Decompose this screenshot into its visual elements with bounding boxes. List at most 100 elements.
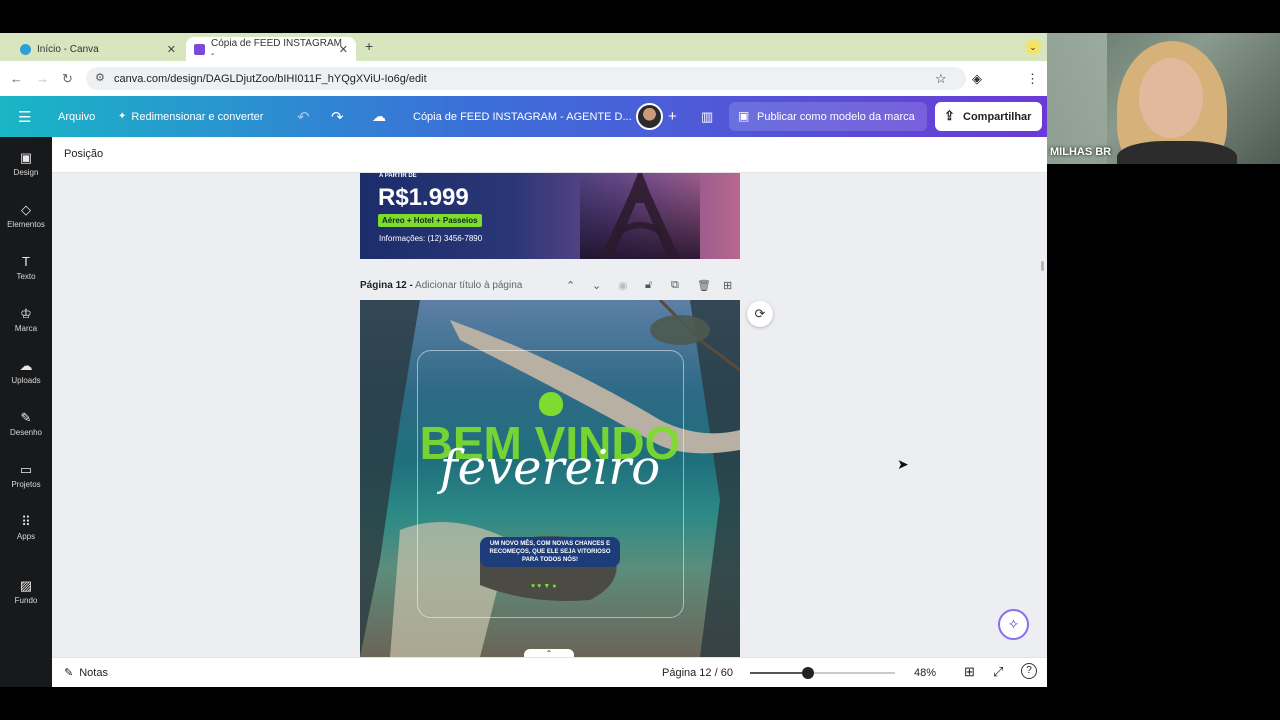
promo-from-label: A PARTIR DE	[379, 173, 417, 179]
file-menu-button[interactable]: Arquivo	[58, 96, 95, 137]
sidebar-item-design[interactable]: ▣ Design	[0, 150, 52, 178]
sidebar-item-text[interactable]: T Texto	[0, 255, 52, 282]
uploads-icon: ☁	[19, 358, 33, 373]
browser-menu-icon[interactable]: ⋮	[1026, 71, 1039, 87]
participant-name: MILHAS BR	[1050, 146, 1112, 158]
promo-contact-info: Informações: (12) 3456-7890	[379, 234, 483, 243]
publish-label: Publicar como modelo da marca	[757, 110, 915, 123]
add-page-icon[interactable]: ⊞	[723, 279, 732, 292]
lock-page-icon[interactable]: 🔓︎	[645, 279, 652, 292]
fullscreen-icon[interactable]: ⤢	[993, 664, 1003, 680]
browser-tab-feed[interactable]: Cópia de FEED INSTAGRAM - ✕	[186, 37, 356, 61]
presenter-shirt	[1117, 141, 1237, 164]
notes-icon: ✎	[64, 667, 74, 679]
move-page-down-icon[interactable]: ⌄	[592, 279, 601, 292]
url-text: canva.com/design/DAGLDjutZoo/bIHI011F_hY…	[114, 72, 427, 85]
hide-page-icon[interactable]: ◉	[618, 279, 628, 292]
sidebar-item-label: Marca	[14, 324, 38, 333]
draw-icon: ✎	[20, 410, 32, 425]
social-icons-row: ♥♥▼●	[531, 583, 559, 590]
forward-arrow-icon[interactable]: →	[36, 71, 49, 86]
sidebar-item-background[interactable]: ▨ Fundo	[0, 578, 52, 606]
reload-icon[interactable]: ↻	[62, 71, 73, 87]
sidebar-item-label: Uploads	[11, 376, 41, 385]
page-11-preview[interactable]: A PARTIR DE R$1.999 Aéreo + Hotel + Pass…	[360, 173, 740, 259]
zoom-slider[interactable]	[750, 667, 895, 679]
page-indicator[interactable]: Página 12 / 60	[662, 667, 733, 679]
page-12-design[interactable]: BEM VINDO fevereiro UM NOVO MÊS, COM NOV…	[360, 300, 740, 657]
presenter-face	[1139, 58, 1203, 138]
side-panel-nav: ▣ Design ◇ Elementos T Texto ♔ Marca ☁ Upload…	[0, 137, 52, 687]
sidebar-item-elements[interactable]: ◇ Elementos	[0, 202, 52, 230]
close-tab-icon[interactable]: ✕	[339, 43, 348, 56]
sidebar-item-label: Fundo	[14, 596, 38, 605]
redo-icon[interactable]: ↷	[331, 96, 344, 137]
promo-price: R$1.999	[378, 184, 469, 211]
browser-tab-bar: Início - Canva ✕ Cópia de FEED INSTAGRAM…	[0, 33, 1047, 61]
close-tab-icon[interactable]: ✕	[167, 43, 176, 56]
month-script-text: fevereiro	[439, 440, 661, 496]
duplicate-page-icon[interactable]: ⧉	[671, 279, 679, 292]
eiffel-tower-image	[580, 173, 700, 259]
sidebar-item-apps[interactable]: ⠿ Apps	[0, 514, 52, 542]
vertical-scrollbar[interactable]	[1041, 261, 1044, 271]
sidebar-item-label: Projetos	[11, 480, 41, 489]
refresh-page-icon[interactable]: ⟳	[747, 301, 773, 327]
menu-hamburger-icon[interactable]: ☰	[18, 96, 31, 137]
apps-icon: ⠿	[21, 514, 31, 529]
insights-chart-icon[interactable]: ▥	[701, 96, 713, 137]
resize-label: Redimensionar e converter	[131, 110, 264, 123]
document-title[interactable]: Cópia de FEED INSTAGRAM - AGENTE D...	[413, 96, 632, 137]
tab-label: Cópia de FEED INSTAGRAM -	[211, 38, 342, 60]
url-input[interactable]: ⚙ canva.com/design/DAGLDjutZoo/bIHI011F_…	[86, 67, 966, 90]
help-icon[interactable]: ?	[1021, 663, 1037, 679]
zoom-slider-fill	[750, 672, 808, 674]
magic-assistant-icon[interactable]: ✧	[998, 609, 1029, 640]
zoom-slider-knob[interactable]	[802, 667, 814, 679]
page-12-header: Página 12 - Adicionar título à página	[360, 280, 522, 291]
position-button[interactable]: Posição	[64, 148, 103, 160]
sidebar-item-projects[interactable]: ▭ Projetos	[0, 462, 52, 490]
design-icon: ▣	[19, 150, 33, 165]
notes-button[interactable]: ✎ Notas	[64, 666, 108, 680]
sidebar-item-brand[interactable]: ♔ Marca	[0, 306, 52, 334]
editor-header: ☰ Arquivo ✦ Redimensionar e converter ↶ …	[0, 96, 1047, 137]
add-collaborator-icon[interactable]: +	[668, 96, 677, 137]
sidebar-item-label: Texto	[16, 272, 36, 281]
delete-page-icon[interactable]: 🗑︎	[697, 279, 711, 292]
page-number-label: Página 12 -	[360, 280, 413, 291]
undo-icon[interactable]: ↶	[297, 96, 310, 137]
cloud-saved-icon[interactable]: ☁	[372, 96, 386, 137]
move-page-up-icon[interactable]: ⌃	[566, 279, 575, 292]
tab-search-icon[interactable]: ⌄	[1025, 39, 1041, 55]
new-tab-button[interactable]: +	[365, 38, 373, 54]
notes-label: Notas	[79, 666, 108, 679]
background-icon: ▨	[19, 578, 33, 593]
bookmark-star-icon[interactable]: ☆	[935, 71, 947, 87]
extension-icon[interactable]: ◈	[972, 71, 982, 87]
editor-canvas: A PARTIR DE R$1.999 Aéreo + Hotel + Pass…	[52, 173, 1047, 657]
sidebar-item-uploads[interactable]: ☁ Uploads	[0, 358, 52, 386]
share-button[interactable]: ⇪ Compartilhar	[935, 102, 1042, 131]
page-scroll-up-icon[interactable]: ⌃	[524, 649, 574, 657]
add-page-title-input[interactable]: Adicionar título à página	[415, 280, 522, 291]
folder-icon: ▭	[19, 462, 33, 477]
promo-package-badge: Aéreo + Hotel + Passeios	[378, 214, 482, 227]
zoom-value[interactable]: 48%	[914, 667, 936, 679]
resize-button[interactable]: ✦ Redimensionar e converter	[118, 96, 263, 137]
publish-template-button[interactable]: ▣ Publicar como modelo da marca	[729, 102, 927, 131]
canva-doc-favicon-icon	[194, 43, 205, 55]
tab-label: Início - Canva	[37, 43, 99, 55]
sidebar-item-draw[interactable]: ✎ Desenho	[0, 410, 52, 438]
elements-icon: ◇	[21, 202, 31, 217]
webcam-overlay: MILHAS BR	[1047, 33, 1280, 164]
share-upload-icon: ⇪	[944, 108, 955, 123]
grid-view-icon[interactable]: ⊞	[964, 664, 975, 680]
browser-tab-inicio[interactable]: Início - Canva ✕	[12, 37, 184, 61]
back-arrow-icon[interactable]: ←	[10, 71, 23, 86]
brand-icon: ♔	[20, 306, 32, 321]
collaborator-avatar[interactable]	[636, 103, 663, 130]
window-background	[1047, 33, 1107, 164]
sidebar-item-label: Elementos	[7, 220, 45, 229]
site-info-icon[interactable]: ⚙	[95, 71, 105, 84]
